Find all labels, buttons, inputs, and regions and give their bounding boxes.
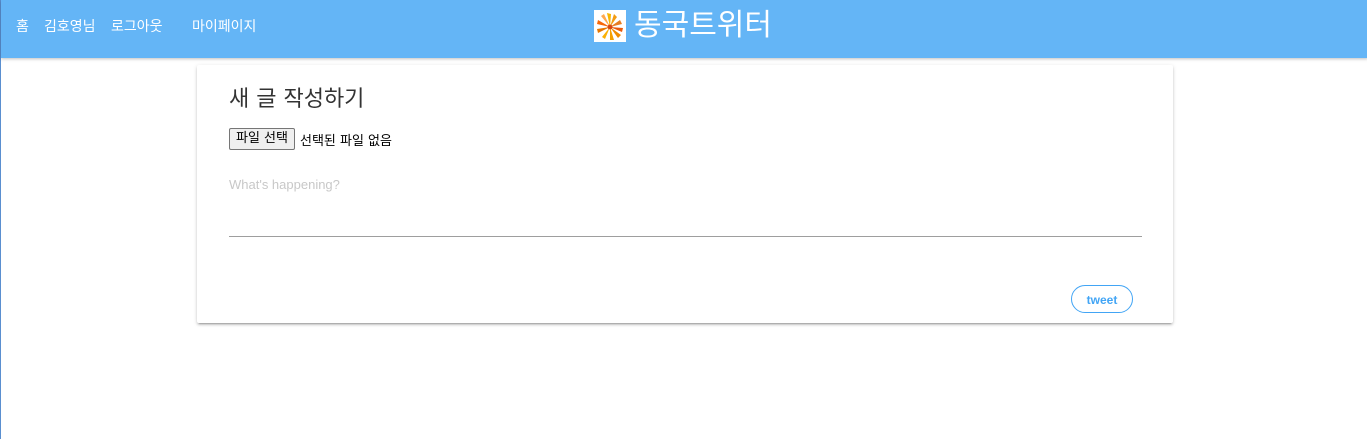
file-status-text: 선택된 파일 없음 — [299, 133, 392, 149]
top-navbar: 홈 김호영님 로그아웃 마이페이지 동국트위터 — [1, 0, 1367, 58]
tweet-textarea[interactable] — [229, 173, 1142, 237]
brand-link[interactable]: 동국트위터 — [594, 6, 772, 46]
nav-mypage-link[interactable]: 마이페이지 — [192, 18, 256, 36]
flower-logo-icon — [594, 10, 626, 42]
brand-title: 동국트위터 — [634, 8, 772, 43]
nav-user-link[interactable]: 김호영님 — [44, 18, 96, 36]
tweet-submit-button[interactable]: tweet — [1071, 285, 1133, 313]
nav-logout-link[interactable]: 로그아웃 — [111, 18, 163, 36]
compose-card: 새 글 작성하기 파일 선택 선택된 파일 없음 tweet — [197, 65, 1173, 323]
page: 홈 김호영님 로그아웃 마이페이지 동국트위터 새 글 작성하기 파일 선택 선… — [0, 0, 1367, 439]
file-picker: 파일 선택 선택된 파일 없음 — [229, 128, 392, 150]
choose-file-button[interactable]: 파일 선택 — [229, 128, 295, 150]
compose-title: 새 글 작성하기 — [229, 87, 365, 112]
nav-home-link[interactable]: 홈 — [16, 18, 29, 36]
